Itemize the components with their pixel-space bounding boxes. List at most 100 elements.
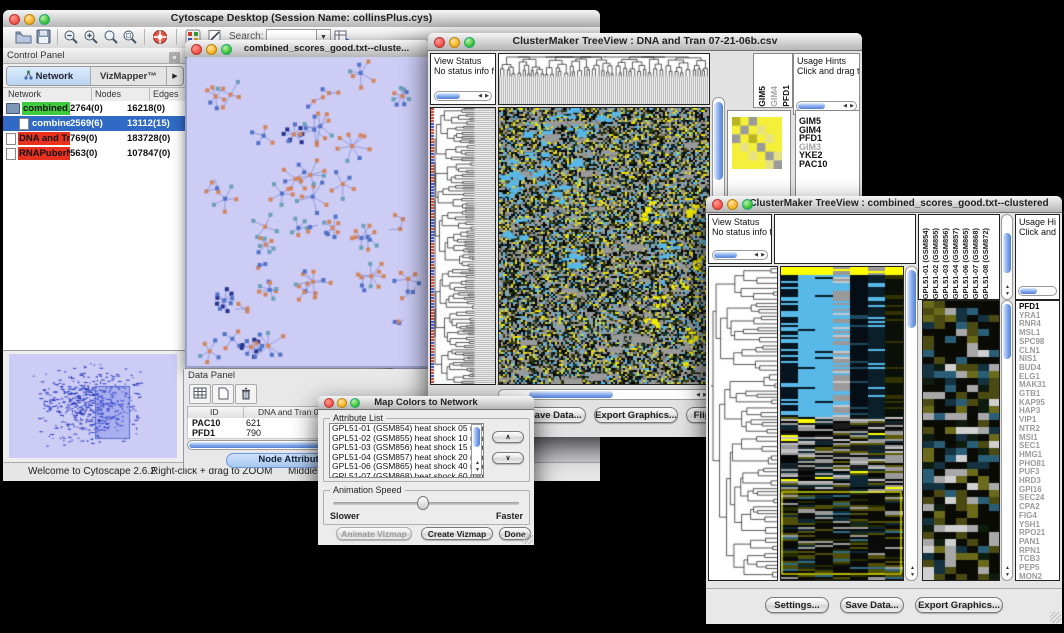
tv1-export-graphics-button[interactable]: Export Graphics...	[594, 407, 678, 423]
tab-network[interactable]: Network	[7, 67, 91, 85]
scroll-up-icon[interactable]: ▲	[910, 566, 915, 571]
minimize-icon[interactable]	[449, 37, 460, 48]
scroll-thumb[interactable]	[529, 391, 613, 398]
minimize-icon[interactable]	[727, 199, 738, 210]
network-row[interactable]: combined_scores 2764(0) 16218(0)	[3, 101, 185, 116]
tv2-zoom-vscroll[interactable]: ▲ ▼	[1001, 300, 1013, 581]
network-row[interactable]: combined_sco 2569(6) 13112(15)	[3, 116, 185, 131]
minimize-icon[interactable]	[24, 14, 35, 25]
tv1-status-hscroll[interactable]: ◀ ▶	[434, 91, 492, 101]
scroll-left-icon[interactable]: ◀	[696, 393, 700, 398]
scroll-down-icon[interactable]: ▼	[1005, 573, 1010, 578]
tv2-labels-vscroll[interactable]: ▲ ▼	[1001, 214, 1013, 300]
tv2-usage-hscroll[interactable]	[1018, 286, 1057, 296]
scroll-thumb[interactable]	[714, 102, 723, 180]
tv2-status-hscroll[interactable]: ◀ ▶	[712, 250, 768, 260]
tv2-settings-button[interactable]: Settings...	[765, 597, 829, 613]
col-edges[interactable]: Edges	[153, 89, 179, 99]
delete-attribute-icon[interactable]	[235, 384, 257, 404]
close-icon[interactable]	[712, 199, 723, 210]
network-row[interactable]: RNAPuberNov2+ 563(0) 107847(0)	[3, 146, 185, 161]
scroll-right-icon[interactable]: ▶	[485, 94, 489, 99]
save-session-icon[interactable]	[36, 29, 51, 49]
zoom-window-icon[interactable]	[39, 14, 50, 25]
speed-slider-thumb[interactable]	[417, 496, 429, 510]
tv2-save-data-button[interactable]: Save Data...	[840, 597, 904, 613]
zoom-in-icon[interactable]	[83, 29, 99, 50]
table-mode-icon[interactable]	[189, 384, 211, 404]
attribute-listbox[interactable]: GPL51-01 (GSM854) heat shock 05 minGPL51…	[329, 423, 484, 478]
scroll-up-icon[interactable]: ▲	[1005, 566, 1010, 571]
scroll-right-icon[interactable]: ▶	[850, 104, 854, 109]
close-icon[interactable]	[191, 44, 202, 55]
scroll-left-icon[interactable]: ◀	[843, 104, 847, 109]
scroll-thumb[interactable]	[798, 103, 825, 109]
tv1-gene-dendrogram-canvas[interactable]	[431, 108, 495, 384]
animate-vizmap-button[interactable]: Animate Vizmap	[336, 527, 412, 540]
scroll-up-icon[interactable]: ▲	[475, 461, 480, 466]
open-session-icon[interactable]	[15, 30, 32, 49]
network-row[interactable]: DNA and Tran 07 769(0) 183728(0)	[3, 131, 185, 146]
tv1-column-label[interactable]: GIM4	[769, 86, 779, 107]
tv1-heatmap-canvas[interactable]	[499, 108, 709, 384]
tv2-zoom-heatmap[interactable]	[922, 300, 1000, 581]
zoom-selected-icon[interactable]	[122, 29, 138, 50]
scroll-thumb[interactable]	[907, 270, 916, 328]
tv2-gene-dendrogram[interactable]	[708, 266, 778, 581]
tv2-column-label[interactable]: GPL51-03 (GSM856)	[941, 228, 950, 299]
tv2-heatmap-canvas[interactable]	[781, 267, 903, 580]
tv1-gene-dendrogram[interactable]	[430, 107, 496, 385]
scroll-thumb[interactable]	[473, 427, 480, 447]
close-icon[interactable]	[434, 37, 445, 48]
tv1-column-dendrogram[interactable]	[498, 53, 710, 105]
zoom-fit-icon[interactable]	[103, 29, 119, 50]
new-attribute-icon[interactable]	[212, 384, 234, 404]
zoom-window-icon[interactable]	[742, 199, 753, 210]
tv2-column-label[interactable]: GPL51-06 (GSM865)	[961, 228, 970, 299]
zoom-window-icon[interactable]	[221, 44, 232, 55]
scroll-left-icon[interactable]: ◀	[754, 253, 758, 258]
tab-overflow-arrow[interactable]: ▶	[166, 67, 183, 85]
data-id-header[interactable]: ID	[210, 407, 219, 417]
scroll-thumb[interactable]	[436, 93, 460, 99]
window-controls[interactable]	[9, 14, 50, 25]
attribute-vscroll[interactable]: ▲ ▼	[471, 424, 482, 475]
col-nodes[interactable]: Nodes	[95, 89, 121, 99]
scroll-down-icon[interactable]: ▼	[1005, 292, 1010, 297]
create-vizmap-button[interactable]: Create Vizmap	[421, 527, 493, 540]
help-icon[interactable]	[152, 29, 168, 50]
attribute-down-button[interactable]: ∨	[492, 452, 524, 464]
tv1-column-dendrogram-canvas[interactable]	[499, 54, 709, 104]
minimize-icon[interactable]	[337, 398, 347, 408]
tv1-column-label[interactable]: GIM5	[757, 86, 767, 107]
tv2-heatmap[interactable]	[780, 266, 904, 581]
scroll-left-icon[interactable]: ◀	[478, 94, 482, 99]
minimize-icon[interactable]	[206, 44, 217, 55]
tv2-vscroll[interactable]: ▲ ▼	[905, 266, 918, 581]
scroll-down-icon[interactable]: ▼	[910, 573, 915, 578]
birdseye-view-canvas[interactable]	[9, 354, 177, 458]
col-network[interactable]: Network	[8, 89, 41, 99]
scroll-thumb[interactable]	[714, 252, 737, 258]
scroll-down-icon[interactable]: ▼	[475, 468, 480, 473]
network-view-canvas[interactable]	[187, 57, 428, 366]
tv2-gene-dendrogram-canvas[interactable]	[709, 267, 777, 580]
tv1-zoom-heatmap-canvas[interactable]	[732, 117, 782, 169]
attribute-up-button[interactable]: ∧	[492, 431, 524, 443]
scroll-up-icon[interactable]: ▲	[1005, 285, 1010, 290]
resize-grip[interactable]	[522, 533, 533, 544]
tv2-column-label[interactable]: GPL51-02 (GSM855)	[931, 228, 940, 299]
cytoscape-titlebar[interactable]: Cytoscape Desktop (Session Name: collins…	[3, 10, 600, 28]
tv2-column-dendrogram[interactable]	[774, 214, 916, 264]
tv1-column-label[interactable]: PFD1	[781, 85, 791, 107]
tv1-heatmap[interactable]	[498, 107, 710, 385]
scroll-thumb[interactable]	[1020, 288, 1037, 294]
zoom-window-icon[interactable]	[350, 398, 360, 408]
resize-grip[interactable]	[1050, 612, 1061, 623]
tv2-gene-item[interactable]: MON2	[1019, 573, 1059, 581]
tv2-column-label[interactable]: GPL51-04 (GSM857)	[951, 228, 960, 299]
scroll-thumb[interactable]	[1003, 233, 1011, 273]
zoom-out-icon[interactable]	[63, 29, 79, 50]
tv2-column-label[interactable]: GPL51-01 (GSM854)	[921, 228, 930, 299]
tv2-column-label[interactable]: GPL51-08 (GSM872)	[981, 228, 990, 299]
